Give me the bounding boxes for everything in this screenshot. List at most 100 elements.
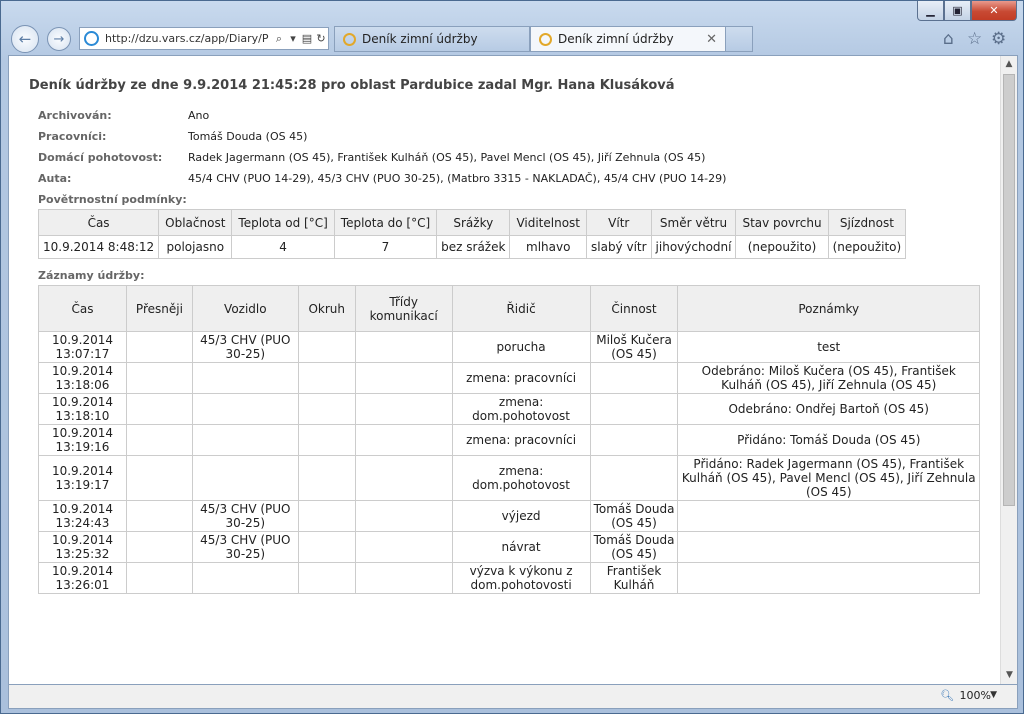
table-cell: bez srážek: [436, 235, 511, 259]
favorites-icon[interactable]: ☆: [967, 29, 982, 49]
table-cell: 10.9.2014 13:18:10: [38, 393, 127, 425]
column-header: Vozidlo: [191, 285, 299, 332]
scroll-thumb[interactable]: [1003, 74, 1015, 506]
table-row: 10.9.2014 13:19:17 zmena: dom.pohotovost P…: [38, 455, 980, 501]
close-button[interactable]: ✕: [971, 1, 1017, 21]
table-cell: [125, 500, 193, 532]
table-row: 10.9.2014 13:18:06 zmena: pracovníci Odebr…: [38, 362, 980, 394]
table-cell: [677, 500, 980, 532]
column-header: Přesněji: [125, 285, 193, 332]
chevron-down-icon[interactable]: ▼: [990, 690, 997, 700]
table-cell: Odebráno: Ondřej Bartoň (OS 45): [677, 393, 980, 425]
table-row: 10.9.2014 13:18:10 zmena: dom.pohotovost O…: [38, 393, 980, 425]
page-title: Deník údržby ze dne 9.9.2014 21:45:28 pr…: [29, 78, 675, 93]
table-cell: [354, 562, 453, 594]
table-cell: [125, 424, 193, 456]
table-cell: výzva k výkonu z dom.pohotovosti: [451, 562, 591, 594]
table-cell: zmena: pracovníci: [451, 424, 591, 456]
table-cell: [125, 393, 193, 425]
table-cell: 10.9.2014 13:25:32: [38, 531, 127, 563]
table-cell: [354, 362, 453, 394]
table-cell: [191, 562, 299, 594]
table-cell: [354, 455, 453, 501]
refresh-icon[interactable]: ↻: [314, 32, 328, 45]
table-cell: [297, 500, 356, 532]
browser-window: ▁ ▣ ✕ ← → http://dzu.vars.cz/app/Diary/P…: [0, 0, 1024, 714]
table-cell: [125, 331, 193, 363]
table-cell: mlhavo: [509, 235, 587, 259]
tab-label: Deník zimní údržby: [362, 32, 478, 46]
table-cell: 10.9.2014 8:48:12: [37, 235, 160, 259]
diary-info: Archivován: Ano Pracovníci: Tomáš Douda …: [38, 109, 989, 185]
scroll-down-icon[interactable]: ▼: [1001, 667, 1017, 684]
minimize-button[interactable]: ▁: [917, 1, 944, 21]
table-cell: Přidáno: Tomáš Douda (OS 45): [677, 424, 980, 456]
table-cell: 10.9.2014 13:26:01: [38, 562, 127, 594]
table-cell: [354, 424, 453, 456]
table-cell: (nepoužito): [735, 235, 829, 259]
table-cell: 45/3 CHV (PUO 30-25): [191, 331, 299, 363]
back-icon[interactable]: ←: [11, 25, 39, 53]
table-cell: 45/3 CHV (PUO 30-25): [191, 531, 299, 563]
column-header: Okruh: [297, 285, 356, 332]
gear-icon[interactable]: ⚙: [991, 29, 1006, 49]
table-cell: 10.9.2014 13:19:17: [38, 455, 127, 501]
table-cell: [677, 531, 980, 563]
table-cell: [589, 424, 679, 456]
table-cell: [191, 362, 299, 394]
table-cell: Tomáš Douda (OS 45): [589, 531, 679, 563]
status-bar: 🔍︎ 100% ▼: [8, 685, 1018, 709]
tab-2[interactable]: Deník zimní údržby ✕: [530, 26, 726, 52]
table-cell: zmena: pracovníci: [451, 362, 591, 394]
home-icon[interactable]: ⌂: [943, 29, 954, 49]
table-cell: [677, 562, 980, 594]
close-tab-icon[interactable]: ✕: [706, 32, 717, 47]
compatibility-icon[interactable]: ▤: [300, 32, 314, 45]
address-bar[interactable]: http://dzu.vars.cz/app/Diary/P ⌕ ▾ ▤ ↻: [79, 27, 329, 50]
dropdown-icon[interactable]: ▾: [286, 32, 300, 45]
page-content: Deník údržby ze dne 9.9.2014 21:45:28 pr…: [8, 55, 1018, 685]
table-cell: [297, 562, 356, 594]
table-cell: [191, 455, 299, 501]
column-header: Třídy komunikací: [354, 285, 453, 332]
table-cell: Miloš Kučera (OS 45): [589, 331, 679, 363]
navigation-bar: ← → http://dzu.vars.cz/app/Diary/P ⌕ ▾ ▤…: [1, 21, 1023, 55]
table-row: 10.9.2014 13:26:01 výzva k výkonu z dom.p…: [38, 562, 980, 594]
new-tab-button[interactable]: [725, 26, 753, 52]
table-row: 10.9.2014 8:48:12 polojasno 4 7 bez srážek ml…: [37, 235, 907, 259]
search-icon[interactable]: ⌕: [272, 32, 286, 46]
info-label: Archivován:: [38, 109, 112, 122]
table-cell: [125, 562, 193, 594]
table-cell: František Kulháň: [589, 562, 679, 594]
table-cell: [589, 455, 679, 501]
window-controls: ▁ ▣ ✕: [917, 1, 1017, 21]
table-cell: polojasno: [158, 235, 233, 259]
page-icon: [343, 32, 356, 46]
table-cell: Tomáš Douda (OS 45): [589, 500, 679, 532]
column-header: Vítr: [586, 209, 652, 236]
scroll-up-icon[interactable]: ▲: [1001, 56, 1017, 73]
address-url[interactable]: http://dzu.vars.cz/app/Diary/P: [105, 32, 272, 45]
table-cell: 10.9.2014 13:07:17: [38, 331, 127, 363]
zoom-level: 100%: [959, 689, 991, 702]
zoom-control[interactable]: 🔍︎ 100%: [940, 689, 991, 702]
tab-label: Deník zimní údržby: [558, 32, 674, 46]
maximize-button[interactable]: ▣: [944, 1, 971, 21]
column-header: Čas: [37, 209, 160, 236]
table-cell: [354, 393, 453, 425]
table-row: 10.9.2014 13:24:43 45/3 CHV (PUO 30-25) vý…: [38, 500, 980, 532]
table-row: 10.9.2014 13:25:32 45/3 CHV (PUO 30-25) ná…: [38, 531, 980, 563]
column-header: Sjízdnost: [827, 209, 907, 236]
tab-1[interactable]: Deník zimní údržby: [334, 26, 530, 52]
vertical-scrollbar[interactable]: ▲ ▼: [1000, 56, 1017, 684]
column-header: Stav povrchu: [735, 209, 829, 236]
table-cell: test: [677, 331, 980, 363]
table-cell: výjezd: [451, 500, 591, 532]
column-header: Oblačnost: [158, 209, 233, 236]
table-cell: 45/3 CHV (PUO 30-25): [191, 500, 299, 532]
table-cell: [297, 331, 356, 363]
forward-icon[interactable]: →: [47, 27, 71, 51]
table-cell: (nepoužito): [827, 235, 907, 259]
table-cell: zmena: dom.pohotovost: [451, 455, 591, 501]
table-cell: 7: [333, 235, 438, 259]
